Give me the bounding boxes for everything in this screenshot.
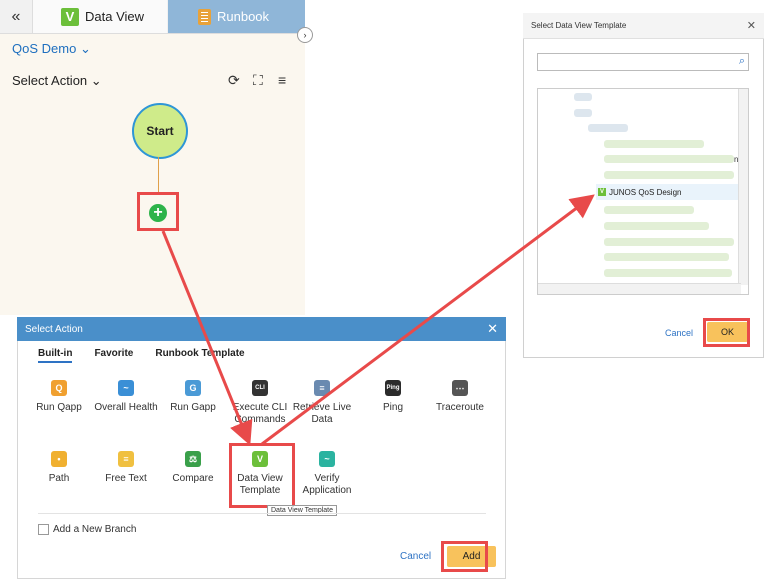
arrow-to-tree <box>261 194 595 446</box>
annotation-arrows <box>161 194 595 446</box>
arrow-to-template <box>161 230 253 446</box>
